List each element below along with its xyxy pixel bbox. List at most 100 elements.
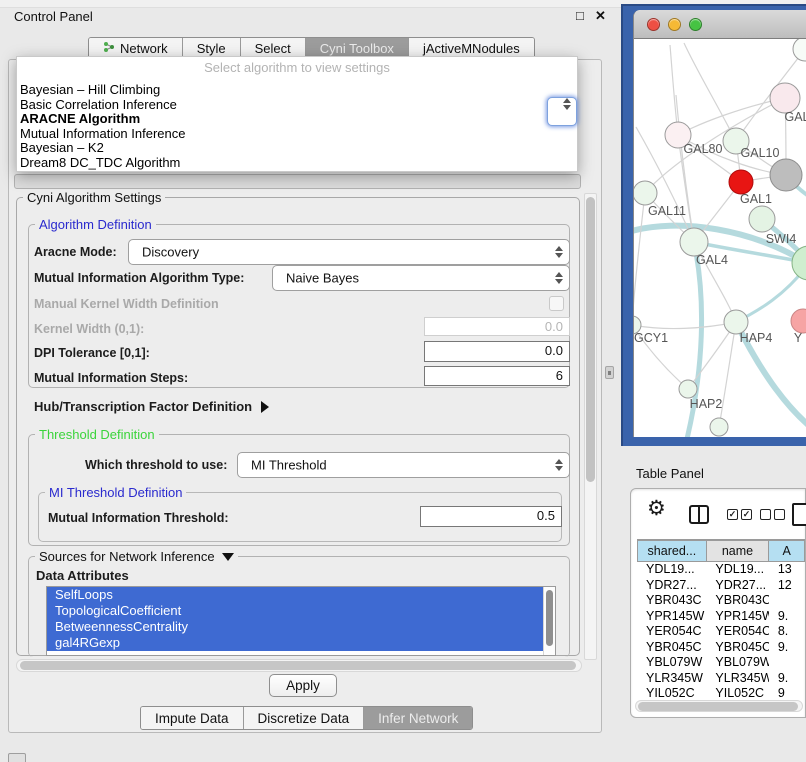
table-row[interactable]: YER054CYER054C8. [637,624,805,640]
table-cell: YBL079W [637,655,706,671]
network-node[interactable] [792,246,806,280]
node-label: GCY1 [634,331,668,345]
algorithm-option[interactable]: Mutual Information Inference [17,127,577,142]
network-node-gal11[interactable] [634,181,657,205]
settings-horizontal-scrollbar-thumb[interactable] [20,661,576,670]
network-node[interactable] [710,418,728,436]
node-label: HAP2 [690,397,723,411]
gear-icon[interactable]: ⚙ [647,496,666,521]
split-columns-icon[interactable] [689,505,709,524]
mi-steps-field[interactable]: 6 [424,366,570,386]
settings-vertical-scrollbar[interactable] [584,193,597,660]
tab-cyni-toolbox[interactable]: Cyni Toolbox [306,38,409,58]
which-threshold-combobox[interactable]: MI Threshold [237,452,570,478]
table-horizontal-scrollbar[interactable] [635,700,803,712]
tab-infer-network[interactable]: Infer Network [364,707,472,729]
table-horizontal-scrollbar-thumb[interactable] [638,702,798,711]
column-header[interactable]: name [707,540,770,562]
table-row[interactable]: YLR345WYLR345W9. [637,671,805,687]
kernel-width-field[interactable]: 0.0 [424,317,570,336]
table-row[interactable]: YBR043CYBR043C [637,593,805,609]
table-row[interactable]: YBL079WYBL079W [637,655,805,671]
algorithm-option[interactable]: Bayesian – Hill Climbing [17,83,577,98]
algorithm-option[interactable]: Basic Correlation Inference [17,98,577,113]
node-label: SWI4 [766,232,797,246]
network-edge[interactable] [634,322,736,329]
algorithm-combobox-fragment[interactable] [547,97,577,126]
dpi-tolerance-field[interactable]: 0.0 [424,341,570,362]
table-row[interactable]: YDL19...YDL19...13 [637,562,805,578]
data-attribute-item[interactable]: BetweennessCentrality [47,619,555,635]
tab-jactivemnodules[interactable]: jActiveMNodules [409,38,534,58]
manual-kernel-width-label: Manual Kernel Width Definition [34,297,219,311]
close-traffic-light-icon[interactable] [647,18,660,31]
unchecked-columns-icon[interactable] [760,509,785,520]
table-cell: YLR345W [706,671,768,687]
tab-impute-data[interactable]: Impute Data [141,707,244,729]
tab-discretize-data[interactable]: Discretize Data [244,707,365,729]
tab-select[interactable]: Select [241,38,306,58]
checked-columns-icon[interactable]: ✓✓ [727,509,752,520]
table-cell: YBR043C [637,593,706,609]
attributes-scrollbar-track[interactable] [543,587,555,655]
manual-kernel-width-checkbox[interactable] [549,296,564,311]
node-label: Y [794,331,803,345]
table-row[interactable]: YPR145WYPR145W9. [637,609,805,625]
node-label: GAL4 [696,253,728,267]
sources-toggle[interactable]: Sources for Network Inference [35,549,238,564]
table-cell: 13 [769,562,805,578]
stepper-arrows-icon [555,459,563,471]
mi-threshold-field[interactable]: 0.5 [420,506,562,527]
network-node-gal1[interactable] [729,170,753,194]
data-attribute-item[interactable]: gal4RGexp [47,635,555,651]
network-node-hap2[interactable] [679,380,697,398]
network-canvas[interactable]: GALGAL80GAL10GAL1GAL11SWI4GAL4GCY1HAP4YH… [634,39,806,437]
node-label: GAL [784,110,806,124]
network-node[interactable] [793,39,806,61]
collapsed-corner-widget[interactable] [8,753,26,762]
network-node-swi4[interactable] [749,206,775,232]
cyni-bottom-tabstrip: Impute DataDiscretize DataInfer Network [140,706,473,730]
table-cell: YPR145W [637,609,706,625]
network-edge[interactable] [670,45,678,135]
aracne-mode-combobox[interactable]: Discovery [128,239,570,265]
zoom-traffic-light-icon[interactable] [689,18,702,31]
apply-button[interactable]: Apply [269,674,337,697]
panel-splitter-handle[interactable] [605,366,614,379]
algorithm-option[interactable]: Bayesian – K2 [17,141,577,156]
algorithm-option[interactable]: ARACNE Algorithm [17,112,577,127]
tab-network[interactable]: Network [89,38,183,58]
close-window-icon[interactable]: ✕ [595,8,606,24]
network-node-y[interactable] [791,309,806,333]
float-window-icon[interactable]: □ [576,8,584,23]
document-icon[interactable] [792,503,806,526]
network-node[interactable] [770,159,802,191]
column-header[interactable]: shared... [637,540,707,562]
table-row[interactable]: YIL052CYIL052C9 [637,686,805,700]
data-attribute-item[interactable]: TopologicalCoefficient [47,603,555,619]
table-row[interactable]: YDR27...YDR27...12 [637,578,805,594]
network-window-titlebar[interactable] [634,10,806,39]
tab-style[interactable]: Style [183,38,241,58]
hub-definition-toggle[interactable]: Hub/Transcription Factor Definition [34,399,269,414]
attributes-scrollbar-thumb[interactable] [546,590,553,646]
mi-algorithm-type-combobox[interactable]: Naive Bayes [272,265,570,291]
settings-horizontal-scrollbar[interactable] [16,659,582,672]
network-node-gal[interactable] [770,83,800,113]
table-row[interactable]: YBR045CYBR045C9. [637,640,805,656]
data-attributes-list[interactable]: SelfLoopsTopologicalCoefficientBetweenne… [46,586,556,656]
data-attribute-item[interactable]: SelfLoops [47,587,555,603]
algorithm-option[interactable]: Dream8 DC_TDC Algorithm [17,156,577,171]
minimize-traffic-light-icon[interactable] [668,18,681,31]
cyni-algorithm-settings-title: Cyni Algorithm Settings [23,190,165,205]
table-cell: 12 [769,578,805,594]
table-panel-title: Table Panel [636,466,704,481]
network-edge[interactable] [634,193,645,325]
network-node-gal4[interactable] [680,228,708,256]
settings-vertical-scrollbar-thumb[interactable] [586,197,595,482]
algorithm-popup-prompt: Select algorithm to view settings [17,60,577,75]
network-edge[interactable] [719,322,736,427]
network-edge[interactable] [684,43,736,141]
network-edge[interactable] [676,95,694,242]
column-header[interactable]: A [769,540,805,562]
